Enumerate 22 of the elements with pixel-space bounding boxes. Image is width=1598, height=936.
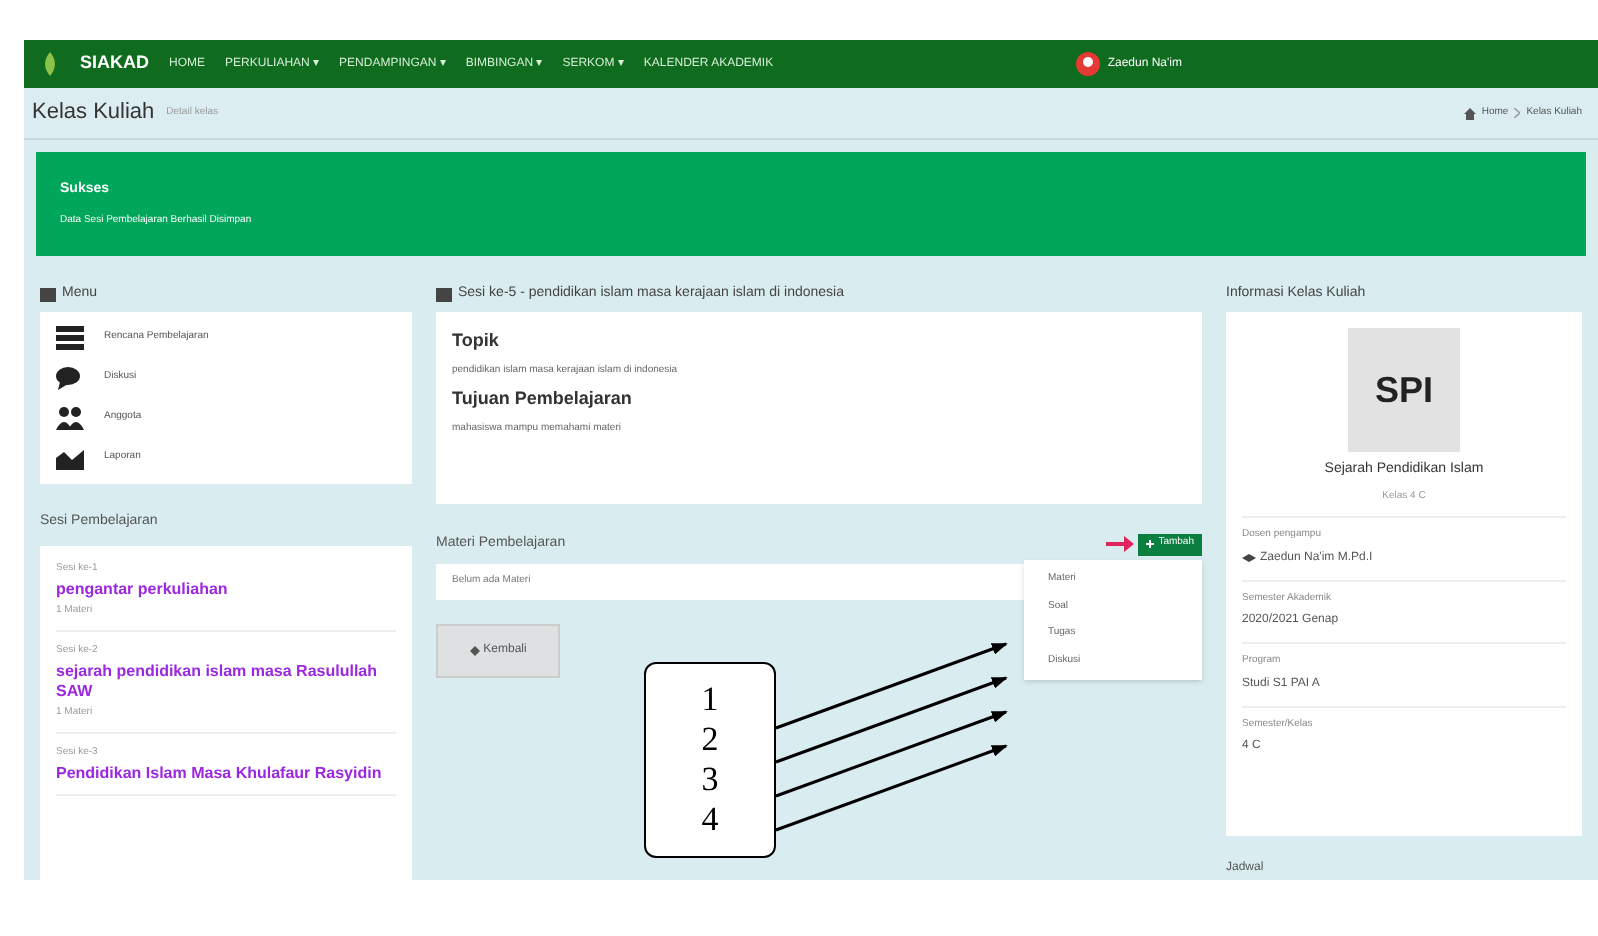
course-logo: SPI [1348,328,1460,452]
plus-icon [1146,540,1155,548]
chevron-icon [1514,108,1521,118]
session-link[interactable]: Pendidikan Islam Masa Khulafaur Rasyidin [56,764,396,784]
session-link[interactable]: pengantar perkuliahan [56,580,396,600]
pointer-arrow-icon [1106,536,1135,552]
users-icon [56,406,84,430]
callout-number: 2 [701,720,719,760]
callout-number: 1 [701,680,719,720]
chat-icon [56,366,84,390]
logo-icon [40,52,60,76]
home-icon [1463,107,1476,119]
avatar-icon [1075,52,1100,76]
session-link[interactable]: sejarah pendidikan islam masa Rasulullah SAW [56,662,396,702]
page-title: Kelas Kuliah [32,98,155,129]
callout-number: 4 [701,800,719,840]
brand-name[interactable]: SIAKAD [80,50,150,78]
callout-number: 3 [701,760,719,800]
section-heading: Topik [452,328,501,354]
chart-icon [56,446,84,470]
back-icon [469,646,480,656]
section-heading: Tujuan Pembelajaran [452,386,634,412]
